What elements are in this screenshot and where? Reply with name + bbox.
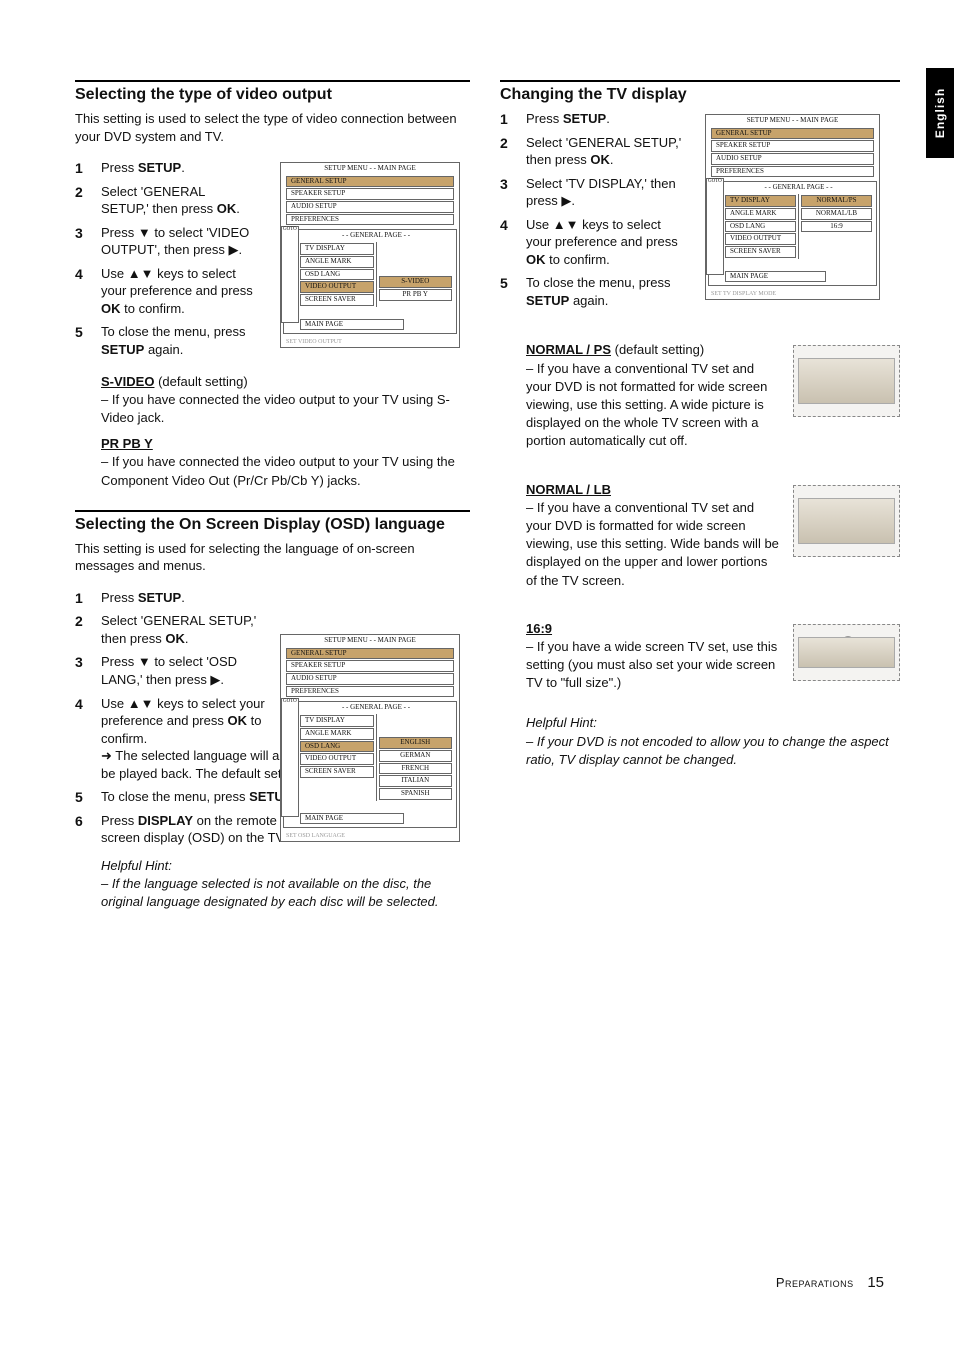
step: Press ▼ to select 'OSD LANG,' then press… <box>75 653 281 688</box>
step: Select 'GENERAL SETUP,' then press OK. <box>75 183 255 218</box>
step: Select 'GENERAL SETUP,' then press OK. <box>75 612 281 647</box>
step: Press SETUP. <box>75 159 255 177</box>
osd-screenshot-video-output: SETUP MENU - - MAIN PAGEGENERAL SETUPSPE… <box>280 162 460 348</box>
option-body: – If you have a wide screen TV set, use … <box>526 638 779 693</box>
tv-illustration <box>793 485 900 557</box>
section-title-video-output: Selecting the type of video output <box>75 80 470 104</box>
step: Press ▼ to select 'VIDEO OUTPUT', then p… <box>75 224 255 259</box>
section-title-osd-lang: Selecting the On Screen Display (OSD) la… <box>75 510 470 534</box>
hint-body: – If the language selected is not availa… <box>101 875 470 911</box>
step: Select 'TV DISPLAY,' then press ▶. <box>500 175 685 210</box>
language-tab: English <box>926 68 954 158</box>
step: To close the menu, press SETUP again. <box>75 323 255 358</box>
step: Press SETUP. <box>75 589 281 607</box>
option-svideo: S-VIDEO <box>101 374 154 389</box>
hint-body: – If your DVD is not encoded to allow yo… <box>526 733 900 769</box>
footer-label: Preparations <box>776 1275 854 1290</box>
option-16-9: 16:9 <box>526 620 779 638</box>
osd-screenshot-tv-display: SETUP MENU - - MAIN PAGEGENERAL SETUPSPE… <box>705 114 880 300</box>
hint-label: Helpful Hint: <box>101 857 470 875</box>
section-title-tv-display: Changing the TV display <box>500 80 900 104</box>
page-number: 15 <box>867 1274 884 1291</box>
tv-illustration <box>793 624 900 681</box>
option-body: – If you have a conventional TV set and … <box>526 499 779 590</box>
step: Select 'GENERAL SETUP,' then press OK. <box>500 134 685 169</box>
step: Use ▲▼ keys to select your preference an… <box>75 265 255 318</box>
step: To close the menu, press SETUP again. <box>500 274 685 309</box>
osd-screenshot-osd-lang: SETUP MENU - - MAIN PAGEGENERAL SETUPSPE… <box>280 634 460 842</box>
tv-illustration <box>793 345 900 417</box>
section-intro: This setting is used for selecting the l… <box>75 540 470 575</box>
hint-label: Helpful Hint: <box>526 714 900 732</box>
option-normal-lb: NORMAL / LB <box>526 481 779 499</box>
option-body: – If you have connected the video output… <box>101 453 470 489</box>
option-body: – If you have a conventional TV set and … <box>526 360 779 451</box>
step: Use ▲▼ keys to select your preference an… <box>500 216 685 269</box>
option-prpby: PR PB Y <box>101 436 153 451</box>
section-intro: This setting is used to select the type … <box>75 110 470 145</box>
footer: Preparations 15 <box>776 1274 884 1291</box>
step: Press SETUP. <box>500 110 685 128</box>
option-normal-ps: NORMAL / PS <box>526 342 611 357</box>
option-body: – If you have connected the video output… <box>101 391 470 427</box>
